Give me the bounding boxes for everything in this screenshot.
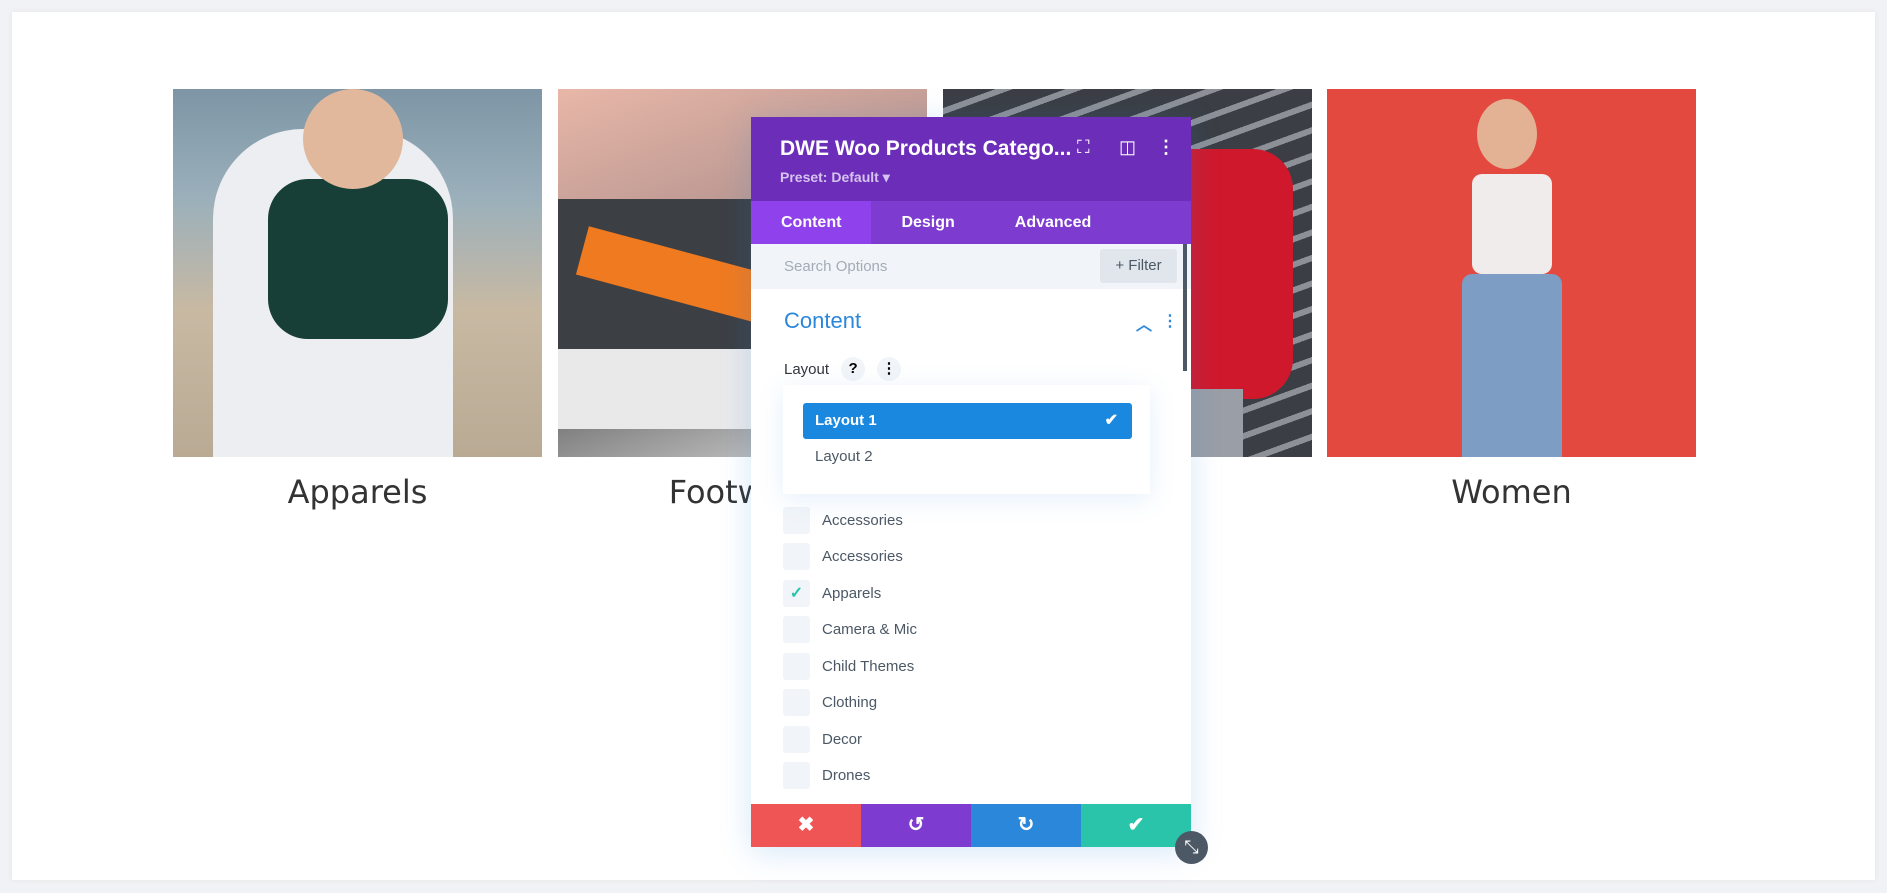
panel-header[interactable]: DWE Woo Products Catego... Preset: Defau… [751,117,1191,201]
category-checkbox-row[interactable]: Drones [783,762,870,790]
checkbox-label: Apparels [822,584,882,602]
category-women[interactable]: Women [1327,89,1696,511]
panel-title: DWE Woo Products Catego... [780,137,1072,160]
field-more-icon[interactable]: ⋮ [877,357,902,381]
tab-design[interactable]: Design [871,201,984,244]
scrollbar[interactable] [1183,244,1187,371]
checkbox[interactable] [783,652,810,680]
category-checkbox-row[interactable]: Camera & Mic [783,616,917,644]
layout-option-1[interactable]: Layout 1 ✔ [803,403,1132,439]
checkbox[interactable] [783,543,810,570]
category-label[interactable]: Apparels [173,473,542,511]
checkbox-label: Decor [822,730,863,748]
columns-icon[interactable]: ◫ [1119,137,1136,158]
checkbox-label: Drones [822,767,871,784]
search-bar: Search Options + Filter [751,244,1191,289]
preset-dropdown[interactable]: Preset: Default ▾ [780,169,1162,186]
category-image[interactable] [1327,89,1696,457]
checkbox-label: Camera & Mic [822,621,918,638]
checkbox[interactable] [783,506,810,534]
panel-footer: ✖ ↺ ↻ ✔ [751,804,1191,847]
option-label: Layout 2 [815,448,873,465]
layout-field: Layout ? ⋮ [784,357,902,381]
undo-button[interactable]: ↺ [861,804,971,847]
category-label[interactable]: Women [1327,473,1696,511]
checkbox[interactable] [783,762,810,789]
section-title[interactable]: Content [784,308,861,334]
checkbox[interactable]: ✓ [783,579,810,607]
focus-icon[interactable]: ⛶ [1077,137,1090,158]
module-settings-panel: DWE Woo Products Catego... Preset: Defau… [751,117,1191,847]
save-button[interactable]: ✔ [1081,804,1191,847]
help-icon[interactable]: ? [841,357,866,381]
category-checkbox-row[interactable]: Decor [783,725,862,753]
section-more-icon[interactable]: ⋮ [1162,311,1178,331]
category-checkbox-row[interactable]: Accessories [783,506,903,534]
layout-dropdown: Layout 1 ✔ Layout 2 [783,385,1150,494]
category-checkbox-row[interactable]: Child Themes [783,652,914,680]
checkbox-label: Child Themes [822,657,915,675]
resize-handle-icon[interactable]: ⤡ [1175,831,1208,864]
checkbox[interactable] [783,689,810,716]
category-image[interactable] [173,89,542,457]
layout-option-2[interactable]: Layout 2 [803,439,1132,475]
more-icon[interactable]: ⋮ [1157,137,1175,158]
category-apparels[interactable]: Apparels [173,89,542,511]
category-checkbox-row[interactable]: Accessories [783,543,903,571]
check-icon: ✔ [1104,412,1118,429]
tab-advanced[interactable]: Advanced [985,201,1121,244]
category-checkbox-row[interactable]: ✓ Apparels [783,579,881,607]
checkbox-label: Accessories [822,548,903,565]
redo-button[interactable]: ↻ [971,804,1081,847]
chevron-up-icon[interactable]: ︿ [1136,311,1152,335]
cancel-button[interactable]: ✖ [751,804,861,847]
checkbox-label: Accessories [822,511,903,529]
layout-label: Layout [784,360,830,378]
checkbox-label: Clothing [822,694,878,711]
checkbox[interactable] [783,725,810,753]
filter-button[interactable]: + Filter [1100,249,1177,283]
panel-tabs: Content Design Advanced [751,201,1191,244]
option-label: Layout 1 [815,412,877,429]
tab-content[interactable]: Content [751,201,872,244]
category-checkbox-row[interactable]: Clothing [783,689,877,717]
search-input[interactable]: Search Options [784,258,887,275]
checkbox[interactable] [783,616,810,643]
